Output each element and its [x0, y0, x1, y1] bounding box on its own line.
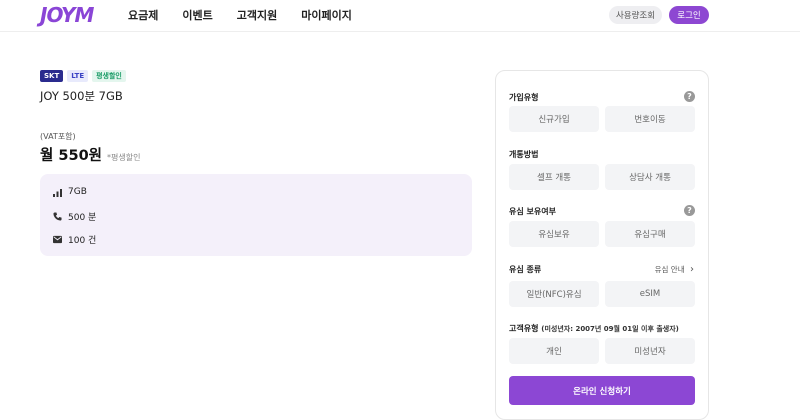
price-row: 월 550원 *평생할인: [40, 144, 140, 165]
plan-spec-box: 7GB 500 분 100 건: [40, 174, 472, 256]
usim-guide-text: 유심 안내: [654, 265, 685, 274]
spec-data: 7GB: [53, 187, 87, 197]
plan-name: JOY 500분 7GB: [40, 89, 123, 103]
badge-carrier: SKT: [40, 70, 64, 82]
spec-sms-text: 100 건: [68, 236, 97, 246]
option-usim-buy[interactable]: 유심구매: [605, 221, 695, 247]
online-apply-button[interactable]: 온라인 신청하기: [509, 376, 695, 405]
login-button[interactable]: 로그인: [669, 6, 709, 24]
vat-note: (VAT포함): [40, 132, 76, 141]
monthly-price: 월 550원: [40, 148, 102, 164]
option-individual[interactable]: 개인: [509, 338, 599, 364]
nav-mypage[interactable]: 마이페이지: [301, 7, 352, 23]
option-esim[interactable]: eSIM: [605, 281, 695, 307]
spec-voice-text: 500 분: [68, 213, 97, 223]
usage-check-button[interactable]: 사용량조회: [609, 6, 662, 24]
join-type-help-icon[interactable]: ?: [684, 91, 695, 102]
option-number-port[interactable]: 번호이동: [605, 106, 695, 132]
usim-own-title: 유심 보유여부: [509, 207, 556, 216]
phone-icon: [53, 212, 62, 221]
nav-plans[interactable]: 요금제: [128, 7, 158, 23]
spec-data-text: 7GB: [68, 187, 87, 197]
option-new-join[interactable]: 신규가입: [509, 106, 599, 132]
usim-guide-link[interactable]: 유심 안내 ›: [655, 264, 694, 275]
nav-support[interactable]: 고객지원: [237, 7, 277, 23]
badge-discount: 평생할인: [92, 70, 126, 82]
spec-voice: 500 분: [53, 210, 96, 223]
usim-own-help-icon[interactable]: ?: [684, 205, 695, 216]
option-usim-have[interactable]: 유심보유: [509, 221, 599, 247]
open-method-title: 개통방법: [509, 150, 539, 159]
badge-network: LTE: [67, 70, 89, 82]
main-nav: 요금제 이벤트 고객지원 마이페이지: [128, 0, 352, 30]
customer-type-note: (미성년자: 2007년 09월 01일 이후 출생자): [541, 325, 679, 333]
joym-logo[interactable]: JOYM: [40, 2, 96, 28]
top-header: JOYM 요금제 이벤트 고객지원 마이페이지 사용량조회 로그인: [0, 0, 800, 32]
option-minor[interactable]: 미성년자: [605, 338, 695, 364]
application-panel: 가입유형 ? 신규가입 번호이동 개통방법 셀프 개통 상담사 개통 유심 보유…: [495, 70, 709, 420]
mail-icon: [53, 235, 62, 244]
customer-type-title: 고객유형 (미성년자: 2007년 09월 01일 이후 출생자): [509, 323, 679, 334]
option-self-open[interactable]: 셀프 개통: [509, 164, 599, 190]
price-note: *평생할인: [107, 153, 141, 162]
option-usim-nfc[interactable]: 일반(NFC)유심: [509, 281, 599, 307]
usim-type-title: 유심 종류: [509, 265, 542, 274]
chevron-right-icon: ›: [690, 264, 694, 275]
spec-sms: 100 건: [53, 233, 96, 246]
join-type-title: 가입유형: [509, 93, 539, 102]
nav-events[interactable]: 이벤트: [182, 7, 212, 23]
signal-icon: [53, 188, 62, 197]
option-agent-open[interactable]: 상담사 개통: [605, 164, 695, 190]
logo-wordmark: JOYM: [40, 3, 94, 27]
plan-badges: SKT LTE 평생할인: [40, 70, 126, 82]
customer-type-label: 고객유형: [509, 324, 539, 333]
